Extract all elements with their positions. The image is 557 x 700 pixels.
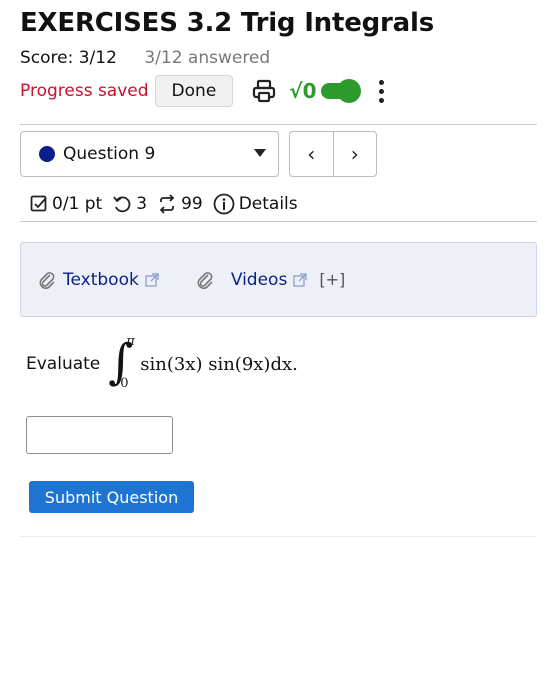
- question-prompt: Evaluate: [26, 354, 101, 374]
- score-line: Score: 3/12 3/12 answered: [20, 48, 270, 68]
- submit-question-button[interactable]: Submit Question: [29, 481, 194, 513]
- divider: [20, 124, 537, 125]
- details-label: Details: [238, 194, 298, 214]
- points-item: 0/1 pt: [30, 194, 102, 214]
- progress-saved-status: Progress saved: [20, 81, 149, 101]
- status-row: Progress saved Done √0: [20, 74, 384, 108]
- question-nav-group: ‹ ›: [289, 131, 377, 177]
- textbook-label: Textbook: [63, 269, 139, 290]
- question-meta: 0/1 pt 3 99 Details: [30, 190, 308, 218]
- question-body: Evaluate ∫ π 0 sin(3x) sin(9x)dx.: [26, 334, 298, 394]
- math-input-toggle[interactable]: [320, 79, 361, 103]
- question-status-dot: [39, 146, 55, 162]
- paperclip-icon: [39, 271, 55, 289]
- external-link-icon: [293, 272, 307, 287]
- attempts-count: 99: [181, 194, 203, 214]
- divider: [20, 536, 537, 537]
- divider: [20, 221, 537, 222]
- math-input-toggle-label: √0: [289, 79, 317, 103]
- integral-lower-limit: 0: [120, 376, 129, 391]
- integral-sign: ∫ π 0: [108, 334, 135, 391]
- answered-count: 3/12 answered: [144, 48, 271, 68]
- paperclip-icon: [197, 271, 213, 289]
- page-title: EXERCISES 3.2 Trig Integrals: [20, 8, 435, 38]
- points-text: 0/1 pt: [52, 194, 103, 214]
- print-icon[interactable]: [251, 78, 277, 104]
- next-question-button[interactable]: ›: [332, 132, 377, 176]
- score-text: Score: 3/12: [20, 48, 117, 68]
- undo-icon: [113, 196, 131, 213]
- integrand: sin(3x) sin(9x)dx.: [140, 353, 298, 375]
- expand-videos-button[interactable]: [+]: [319, 270, 345, 289]
- question-select[interactable]: Question 9: [20, 131, 279, 177]
- caret-down-icon: [254, 149, 266, 157]
- done-button[interactable]: Done: [154, 75, 234, 107]
- retries-item: 3: [112, 194, 147, 214]
- details-link[interactable]: Details: [213, 193, 298, 215]
- toggle-knob: [336, 79, 361, 103]
- textbook-link[interactable]: Textbook: [37, 270, 165, 290]
- retries-count: 3: [136, 194, 148, 214]
- external-link-icon: [145, 272, 159, 287]
- attempts-item: 99: [157, 194, 203, 214]
- question-select-label: Question 9: [63, 144, 156, 164]
- info-icon: [213, 193, 235, 215]
- repeat-icon: [159, 194, 175, 214]
- more-options-icon[interactable]: [378, 79, 384, 103]
- checkbox-icon: [30, 195, 47, 212]
- answer-input[interactable]: [26, 416, 173, 454]
- previous-question-button[interactable]: ‹: [290, 132, 333, 176]
- integral-upper-limit: π: [126, 334, 135, 349]
- videos-label: Videos: [230, 269, 288, 290]
- resources-panel: Textbook Videos [+]: [20, 242, 537, 317]
- videos-link[interactable]: Videos [+]: [195, 270, 345, 290]
